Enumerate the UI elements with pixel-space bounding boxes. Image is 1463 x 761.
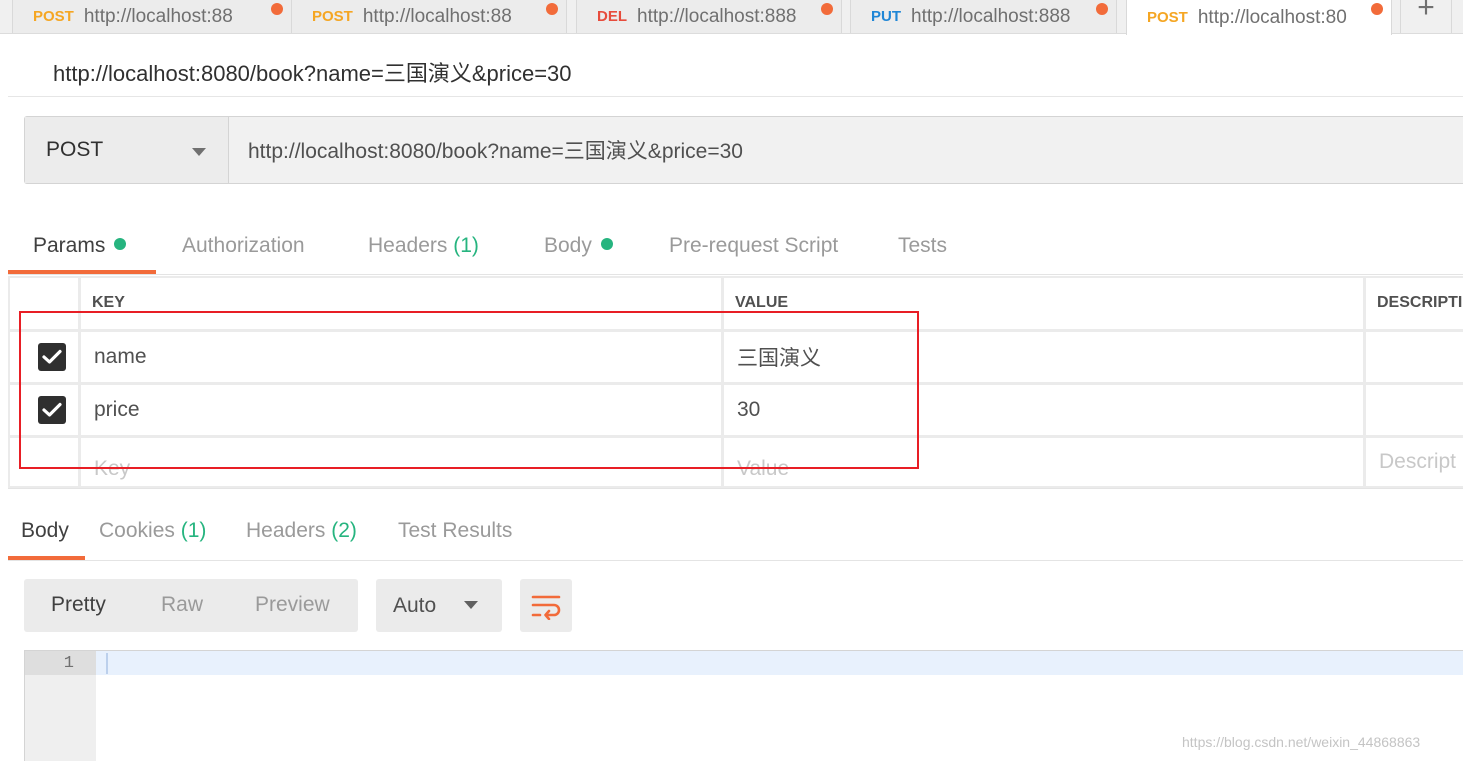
line-number: 1 xyxy=(25,651,96,675)
tab-method-label: DEL xyxy=(597,8,627,25)
tab-method-label: POST xyxy=(312,8,353,25)
format-select-value: Auto xyxy=(393,593,437,617)
tab-headers-count: (1) xyxy=(453,234,479,257)
table-row-checkbox-cell xyxy=(10,332,78,382)
unsaved-dot-icon xyxy=(271,3,283,15)
param-description-input[interactable] xyxy=(1366,332,1463,382)
tab-method-label: POST xyxy=(33,8,74,25)
editor-gutter: 1 xyxy=(25,651,96,761)
param-key-input[interactable]: name xyxy=(81,332,721,382)
active-indicator-dot-icon xyxy=(600,238,613,250)
divider xyxy=(8,560,1463,561)
wrap-lines-button[interactable] xyxy=(520,579,572,632)
chevron-down-icon xyxy=(464,601,478,609)
response-tab-headers-count: (2) xyxy=(331,519,357,542)
param-value-input[interactable]: 三国演义 xyxy=(724,332,1363,382)
response-tab-headers[interactable]: Headers (2) xyxy=(246,519,357,543)
param-description-input[interactable] xyxy=(1366,385,1463,435)
method-select-value: POST xyxy=(46,138,104,161)
request-tab-strip: POST http://localhost:88 POST http://loc… xyxy=(0,0,1463,35)
method-select[interactable]: POST xyxy=(25,117,229,183)
response-tab-test-results[interactable]: Test Results xyxy=(398,519,512,543)
response-tab-headers-label: Headers xyxy=(246,519,326,542)
request-tab-4[interactable]: PUT http://localhost:888 xyxy=(850,0,1117,33)
request-tab-5-active[interactable]: POST http://localhost:80 xyxy=(1126,0,1392,35)
new-param-key-input[interactable]: Key xyxy=(81,438,721,486)
params-header-key: KEY xyxy=(81,278,721,329)
view-mode-raw[interactable]: Raw xyxy=(161,593,203,617)
new-tab-button[interactable]: + xyxy=(1400,0,1452,33)
unsaved-dot-icon xyxy=(1096,3,1108,15)
tab-url-label: http://localhost:888 xyxy=(637,5,797,27)
request-title: http://localhost:8080/book?name=三国演义&pri… xyxy=(53,61,572,86)
tab-body-label: Body xyxy=(544,234,592,257)
param-enabled-checkbox[interactable] xyxy=(38,343,66,371)
response-tab-cookies[interactable]: Cookies (1) xyxy=(99,519,206,543)
request-tab-3[interactable]: DEL http://localhost:888 xyxy=(576,0,842,33)
tab-authorization[interactable]: Authorization xyxy=(182,234,305,258)
format-select[interactable]: Auto xyxy=(376,579,502,632)
chevron-down-icon xyxy=(192,148,206,156)
param-value-input[interactable]: 30 xyxy=(724,385,1363,435)
tab-pre-request-script[interactable]: Pre-request Script xyxy=(669,234,838,258)
tab-method-label: POST xyxy=(1147,9,1188,26)
tab-params[interactable]: Params xyxy=(33,234,127,258)
new-param-value-input[interactable]: Value xyxy=(724,438,1363,486)
view-mode-pretty[interactable]: Pretty xyxy=(51,593,106,617)
request-tab-1[interactable]: POST http://localhost:88 xyxy=(12,0,292,33)
tab-url-label: http://localhost:88 xyxy=(83,5,233,27)
tab-method-label: PUT xyxy=(871,8,901,25)
response-tab-body[interactable]: Body xyxy=(21,519,69,543)
tab-params-label: Params xyxy=(33,234,106,257)
params-header-value: VALUE xyxy=(724,278,1363,329)
view-mode-segmented-control: Pretty Raw Preview xyxy=(24,579,358,632)
response-tab-cookies-label: Cookies xyxy=(99,519,175,542)
response-tab-cookies-count: (1) xyxy=(180,519,207,542)
params-header-check-cell xyxy=(10,278,78,329)
params-header-description: DESCRIPTI xyxy=(1366,278,1463,329)
tab-tests[interactable]: Tests xyxy=(898,234,947,258)
active-indicator-dot-icon xyxy=(114,238,127,250)
checkmark-icon xyxy=(42,349,62,364)
divider xyxy=(8,96,1463,97)
tab-headers[interactable]: Headers (1) xyxy=(368,234,479,258)
wrap-lines-icon xyxy=(531,595,561,620)
watermark-text: https://blog.csdn.net/weixin_44868863 xyxy=(1182,734,1421,750)
url-bar: POST http://localhost:8080/book?name=三国演… xyxy=(24,116,1463,184)
text-cursor xyxy=(106,653,108,674)
param-key-input[interactable]: price xyxy=(81,385,721,435)
new-param-description-input[interactable]: Descript xyxy=(1366,438,1463,486)
tab-headers-label: Headers xyxy=(368,234,448,257)
active-line-highlight xyxy=(96,651,1463,675)
param-enabled-checkbox[interactable] xyxy=(38,396,66,424)
unsaved-dot-icon xyxy=(821,3,833,15)
tab-url-label: http://localhost:80 xyxy=(1197,6,1347,28)
tab-url-label: http://localhost:888 xyxy=(911,5,1071,27)
divider xyxy=(8,274,1463,275)
unsaved-dot-icon xyxy=(546,3,558,15)
tab-url-label: http://localhost:88 xyxy=(362,5,512,27)
unsaved-dot-icon xyxy=(1371,3,1383,15)
tab-body[interactable]: Body xyxy=(544,234,613,258)
checkmark-icon xyxy=(42,402,62,417)
url-input[interactable]: http://localhost:8080/book?name=三国演义&pri… xyxy=(230,117,1463,183)
divider xyxy=(8,488,1463,489)
view-mode-preview[interactable]: Preview xyxy=(255,593,330,617)
table-row-checkbox-cell xyxy=(10,385,78,435)
table-row-checkbox-cell xyxy=(10,438,78,486)
request-tab-2[interactable]: POST http://localhost:88 xyxy=(291,0,567,33)
